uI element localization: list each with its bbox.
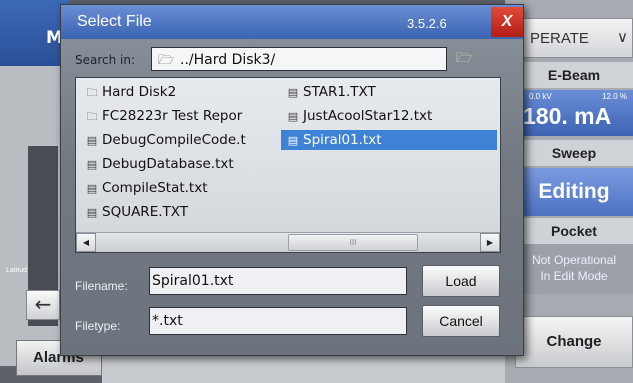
ma-readout: 180. mA — [523, 103, 612, 129]
version-label: 3.5.2.6 — [407, 16, 447, 31]
file-name-label: CompileStat.txt — [102, 180, 208, 196]
file-icon: ▤ — [287, 110, 299, 123]
close-button[interactable]: X — [491, 7, 523, 37]
change-button[interactable]: Change — [515, 316, 633, 368]
latitude-label: Latitud — [6, 267, 28, 274]
file-list[interactable]: 🗀 Hard Disk2 🗀 FC28223r Test Repor ▤ DebugCom… — [75, 77, 501, 253]
ebeam-label: E-Beam — [515, 62, 633, 88]
file-list-item[interactable]: ▤ DebugDatabase.txt — [80, 154, 266, 174]
file-list-item[interactable]: ▤ Spiral01.txt — [281, 130, 497, 150]
file-icon: ▤ — [287, 134, 299, 147]
file-name-label: Spiral01.txt — [303, 132, 382, 148]
file-list-item[interactable]: ▤ CompileStat.txt — [80, 178, 266, 198]
sweep-label: Sweep — [515, 140, 633, 166]
file-icon: ▤ — [86, 206, 98, 219]
ebeam-readout: 0.0 kV 12.0 % 180. mA — [515, 90, 633, 136]
folder-up-icon[interactable]: 🗁 — [455, 49, 473, 69]
file-name-label: STAR1.TXT — [303, 84, 376, 100]
filename-field[interactable]: Spiral01.txt — [149, 267, 407, 295]
dialog-title: Select File — [77, 13, 152, 30]
pocket-status-line2: In Edit Mode — [540, 269, 608, 283]
scroll-left-arrow-icon[interactable]: ◀ — [76, 233, 96, 252]
search-path-text: ../Hard Disk3/ — [180, 52, 276, 68]
folder-list-item[interactable]: 🗀 FC28223r Test Repor — [80, 106, 266, 126]
file-name-label: DebugCompileCode.t — [102, 132, 246, 148]
pocket-label: Pocket — [515, 218, 633, 244]
file-icon: ▤ — [86, 182, 98, 195]
percent-readout: 12.0 % — [602, 92, 627, 101]
file-list-item[interactable]: ▤ SQUARE.TXT — [80, 202, 266, 222]
file-list-item[interactable]: ▤ JustAcoolStar12.txt — [281, 106, 487, 126]
kv-readout: 0.0 kV — [529, 92, 552, 101]
file-list-item[interactable]: ▤ STAR1.TXT — [281, 82, 487, 102]
operate-mode-dropdown[interactable]: PERATE ∨ — [515, 18, 633, 58]
file-name-label: SQUARE.TXT — [102, 204, 189, 220]
pocket-status-line1: Not Operational — [531, 253, 617, 267]
load-button[interactable]: Load — [422, 265, 500, 297]
operate-mode-label: PERATE — [530, 30, 589, 47]
search-in-label: Search in: — [75, 53, 136, 67]
file-list-item[interactable]: ▤ DebugCompileCode.t — [80, 130, 266, 150]
filetype-label: Filetype: — [75, 319, 121, 333]
folder-list-item[interactable]: 🗀 Hard Disk2 — [80, 82, 266, 102]
file-name-label: Hard Disk2 — [102, 84, 177, 100]
right-control-panel: PERATE ∨ E-Beam 0.0 kV 12.0 % 180. mA Sw… — [505, 0, 633, 383]
pocket-status: Not Operational In Edit Mode — [515, 244, 633, 294]
file-icon: ▤ — [86, 134, 98, 147]
folder-icon: 🗀 — [86, 110, 98, 123]
search-path-field[interactable]: 🗁 ../Hard Disk3/ — [151, 47, 447, 71]
cancel-button[interactable]: Cancel — [422, 305, 500, 337]
file-name-label: DebugDatabase.txt — [102, 156, 234, 172]
scroll-right-arrow-icon[interactable]: ▶ — [480, 233, 500, 252]
filename-label: Filename: — [75, 279, 128, 293]
file-name-label: FC28223r Test Repor — [102, 108, 243, 124]
file-icon: ▤ — [86, 158, 98, 171]
dialog-titlebar[interactable]: Select File 3.5.2.6 X — [61, 5, 523, 39]
file-name-label: JustAcoolStar12.txt — [303, 108, 433, 124]
chevron-down-icon: ∨ — [617, 29, 628, 46]
scroll-thumb[interactable]: III — [288, 234, 418, 251]
file-icon: ▤ — [287, 86, 299, 99]
folder-icon: 🗁 — [158, 53, 175, 68]
filetype-field[interactable]: *.txt — [149, 307, 407, 335]
back-arrow-button[interactable]: ← — [26, 290, 60, 320]
bottom-bar — [102, 356, 512, 383]
sweep-editing-button[interactable]: Editing — [515, 168, 633, 216]
folder-icon: 🗀 — [86, 86, 98, 99]
left-panel — [0, 66, 60, 366]
horizontal-scrollbar[interactable]: ◀ III ▶ — [76, 232, 500, 252]
select-file-dialog: Select File 3.5.2.6 X Search in: 🗁 ../Ha… — [60, 4, 524, 356]
